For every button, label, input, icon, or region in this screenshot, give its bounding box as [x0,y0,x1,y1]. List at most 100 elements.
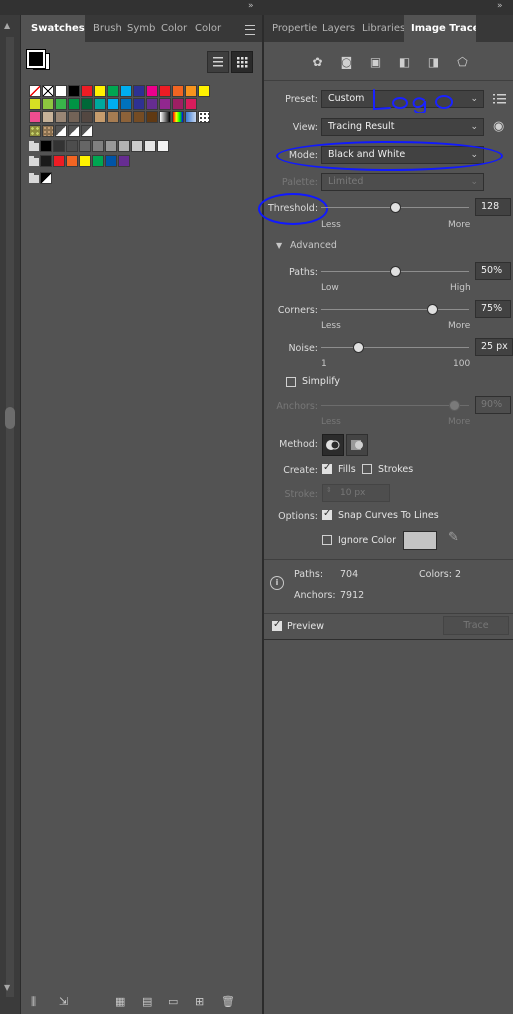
swatch[interactable] [107,111,119,123]
corners-slider-track[interactable] [321,309,469,310]
swatch[interactable] [94,85,106,97]
swatch[interactable] [146,98,158,110]
auto-color-preset-icon[interactable]: ✿ [310,55,325,70]
swatch[interactable] [159,85,171,97]
method-abutting-button[interactable] [322,434,344,456]
swatch[interactable] [40,172,52,184]
swatch[interactable] [172,85,184,97]
tab-swatches[interactable]: Swatches [21,15,85,42]
anchors-input[interactable]: 90% [475,396,511,414]
swatch[interactable] [107,85,119,97]
stroke-stepper[interactable]: ⇕ 10 px [322,484,390,502]
scroll-down-arrow-icon[interactable]: ▼ [4,983,10,992]
left-dock-scrollbar[interactable]: ▲ ▼ [0,15,20,1014]
noise-slider-knob[interactable] [353,342,364,353]
advanced-disclosure-icon[interactable]: ▼ [276,241,282,250]
swatch[interactable] [40,155,52,167]
swatch[interactable] [68,98,80,110]
tab-brushes[interactable]: Brush [93,15,121,42]
swatch[interactable] [157,140,169,152]
threshold-slider-knob[interactable] [390,202,401,213]
swatch[interactable] [146,85,158,97]
black-white-preset-icon[interactable]: ◨ [426,55,441,70]
swatch[interactable] [81,98,93,110]
swatch[interactable] [185,98,197,110]
swatch[interactable] [133,98,145,110]
scroll-thumb[interactable] [5,407,15,429]
new-swatch-icon[interactable]: ⊞ [195,995,204,1008]
swatch[interactable] [120,85,132,97]
tab-symbols[interactable]: Symb [127,15,155,42]
swatch[interactable] [159,111,171,123]
low-color-preset-icon[interactable]: ▣ [368,55,383,70]
swatch[interactable] [79,155,91,167]
swatch[interactable] [53,140,65,152]
swatch[interactable] [42,125,54,137]
ignore-color-checkbox[interactable] [322,535,332,545]
tab-image-trace[interactable]: Image Trace [404,15,476,42]
swatch[interactable] [185,111,197,123]
swatch[interactable] [94,111,106,123]
swatch[interactable] [118,155,130,167]
noise-input[interactable]: 25 px [475,338,513,356]
swatch[interactable] [29,111,41,123]
paths-slider-knob[interactable] [390,266,401,277]
grayscale-preset-icon[interactable]: ◧ [397,55,412,70]
scroll-track[interactable] [6,37,14,997]
swatch[interactable] [55,98,67,110]
swatch[interactable] [172,98,184,110]
swatch[interactable] [81,125,93,137]
tab-color-guide[interactable]: Color [195,15,223,42]
list-view-button[interactable] [207,51,229,73]
swatch[interactable] [81,111,93,123]
swatch[interactable] [42,98,54,110]
swatch[interactable] [55,111,67,123]
collapse-double-arrow-icon-right[interactable]: » [497,1,503,11]
swatch[interactable] [94,98,106,110]
swatch[interactable] [92,140,104,152]
swatch[interactable] [42,111,54,123]
threshold-input[interactable]: 128 [475,198,511,216]
corners-input[interactable]: 75% [475,300,511,318]
swatch[interactable] [40,140,52,152]
snap-curves-checkbox[interactable] [322,508,332,520]
swatch[interactable] [79,140,91,152]
palette-dropdown[interactable]: Limited ⌄ [321,173,484,191]
swatch[interactable] [53,155,65,167]
grid-view-button[interactable] [231,51,253,73]
tab-properties[interactable]: Propertie [272,15,318,42]
tab-libraries[interactable]: Libraries [362,15,404,42]
swatch[interactable] [66,155,78,167]
swatch[interactable] [107,98,119,110]
swatch[interactable] [120,98,132,110]
delete-swatch-icon[interactable]: 🗑 [221,995,235,1008]
eyedropper-icon[interactable]: ✎ [448,530,459,545]
swatch[interactable] [29,125,41,137]
swatch[interactable] [133,111,145,123]
swatch[interactable] [68,111,80,123]
color-group-folder-icon[interactable] [29,156,39,166]
swatch[interactable] [120,111,132,123]
new-color-group-icon[interactable]: ▭ [168,995,178,1008]
swatch[interactable] [118,140,130,152]
swatch[interactable] [133,85,145,97]
swatch[interactable] [159,98,171,110]
swatch[interactable] [55,85,67,97]
outline-preset-icon[interactable]: ⬠ [455,55,470,70]
swatch[interactable] [105,155,117,167]
advanced-label[interactable]: Advanced [290,240,337,251]
high-color-preset-icon[interactable]: ◙ [339,55,354,70]
swatch-libraries-icon[interactable]: ⫼ [31,995,36,1009]
simplify-checkbox[interactable] [286,377,296,387]
scroll-up-arrow-icon[interactable]: ▲ [4,21,10,30]
panel-menu-icon[interactable] [245,25,255,35]
fill-color-icon[interactable] [26,49,46,69]
swatch[interactable] [68,125,80,137]
swatch[interactable] [185,85,197,97]
strokes-checkbox[interactable] [362,464,372,474]
color-group-folder-icon[interactable] [29,141,39,151]
swatch[interactable] [92,155,104,167]
preview-checkbox[interactable] [272,619,282,631]
swatch-options-icon[interactable]: ▤ [142,995,152,1008]
swatch[interactable] [131,140,143,152]
